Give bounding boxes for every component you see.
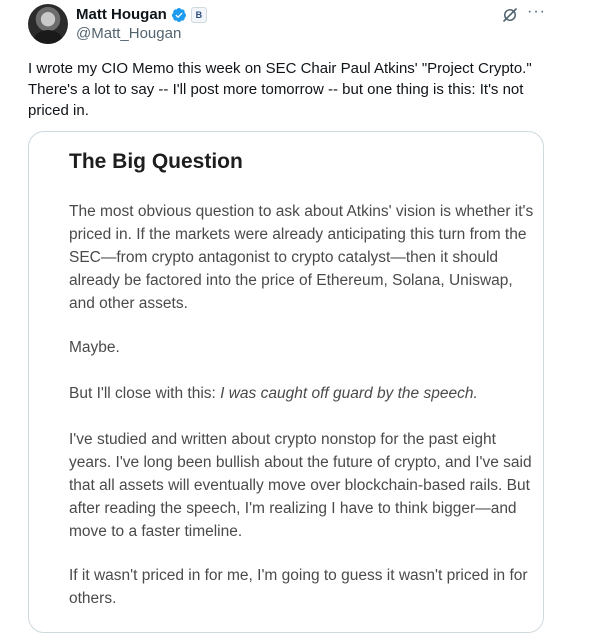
card-paragraph-3: But I'll close with this: I was caught o… bbox=[69, 382, 539, 405]
author-name-row: Matt Hougan B bbox=[76, 6, 207, 23]
verified-badge-icon[interactable] bbox=[171, 7, 187, 23]
card-paragraph-1: The most obvious question to ask about A… bbox=[69, 203, 534, 312]
author-handle[interactable]: @Matt_Hougan bbox=[76, 25, 181, 42]
card-paragraph-3-lead: But I'll close with this: bbox=[69, 385, 221, 402]
author-display-name[interactable]: Matt Hougan bbox=[76, 6, 167, 23]
affiliate-badge-icon[interactable]: B bbox=[190, 6, 207, 23]
card-paragraph-5: If it wasn't priced in for me, I'm going… bbox=[69, 567, 528, 607]
more-options-icon[interactable]: ··· bbox=[527, 3, 546, 21]
card-title: The Big Question bbox=[69, 150, 243, 173]
memo-image-card[interactable]: The Big Question The most obvious questi… bbox=[28, 131, 544, 633]
grok-icon[interactable] bbox=[501, 6, 519, 24]
card-paragraph-2: Maybe. bbox=[69, 339, 120, 356]
avatar[interactable] bbox=[28, 4, 68, 44]
card-paragraph-4: I've studied and written about crypto no… bbox=[69, 431, 532, 540]
tweet-text: I wrote my CIO Memo this week on SEC Cha… bbox=[28, 60, 544, 119]
card-paragraph-3-quote: I was caught off guard by the speech. bbox=[220, 385, 478, 402]
